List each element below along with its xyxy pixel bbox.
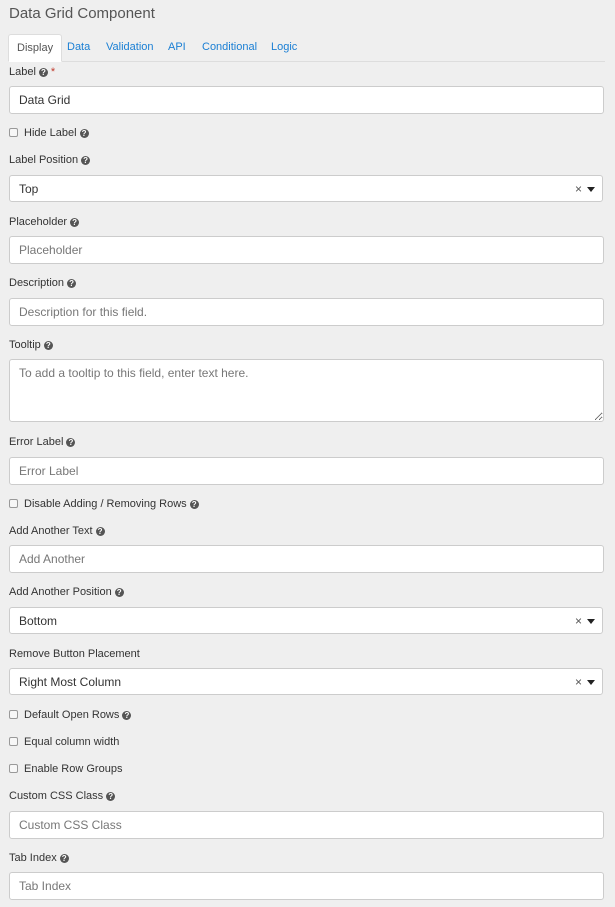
custom-css-class-text: Custom CSS Class — [9, 790, 104, 802]
add-another-text-text: Add Another Text — [9, 525, 93, 537]
label-position-text: Label Position — [9, 154, 79, 166]
placeholder-label: Placeholder? — [9, 216, 80, 228]
description-input[interactable] — [9, 298, 604, 326]
disable-adding-checkbox-row[interactable]: Disable Adding / Removing Rows? — [9, 498, 199, 510]
label-position-label: Label Position? — [9, 154, 91, 166]
question-circle-icon[interactable]: ? — [38, 68, 48, 77]
question-circle-icon[interactable]: ? — [70, 218, 80, 227]
tab-api[interactable]: API — [168, 34, 186, 60]
question-circle-icon[interactable]: ? — [95, 527, 105, 536]
error-label-text: Error Label — [9, 436, 64, 448]
label-text: Label — [9, 66, 36, 78]
question-circle-icon[interactable]: ? — [43, 341, 53, 350]
error-label-input[interactable] — [9, 457, 604, 485]
remove-button-placement-label: Remove Button Placement — [9, 648, 140, 660]
label-field-label: Label? * — [9, 66, 55, 78]
tab-data[interactable]: Data — [67, 34, 90, 60]
enable-row-groups-text: Enable Row Groups — [24, 763, 123, 775]
custom-css-class-input[interactable] — [9, 811, 604, 839]
equal-column-width-checkbox-row[interactable]: Equal column width — [9, 736, 119, 748]
enable-row-groups-checkbox-row[interactable]: Enable Row Groups — [9, 763, 122, 775]
tooltip-textarea[interactable] — [9, 359, 604, 422]
tooltip-text: Tooltip — [9, 339, 41, 351]
equal-column-width-checkbox[interactable] — [9, 737, 18, 746]
question-circle-icon[interactable]: ? — [79, 129, 89, 138]
add-another-text-input[interactable] — [9, 545, 604, 573]
question-circle-icon[interactable]: ? — [106, 792, 116, 801]
default-open-rows-checkbox[interactable] — [9, 710, 18, 719]
label-input[interactable] — [9, 86, 604, 114]
label-position-value: Top — [19, 182, 39, 196]
tab-index-text: Tab Index — [9, 852, 57, 864]
tab-validation[interactable]: Validation — [106, 34, 154, 60]
tab-bar: Display Data Validation API Conditional … — [8, 34, 605, 62]
description-text: Description — [9, 277, 65, 289]
hide-label-checkbox-row[interactable]: Hide Label? — [9, 127, 89, 139]
page-title: Data Grid Component — [9, 5, 155, 22]
placeholder-text: Placeholder — [9, 216, 68, 228]
custom-css-class-label: Custom CSS Class? — [9, 790, 116, 802]
description-label: Description? — [9, 277, 77, 289]
caret-down-icon[interactable] — [587, 680, 595, 685]
clear-icon[interactable]: × — [575, 176, 582, 203]
required-asterisk: * — [50, 66, 56, 78]
remove-button-placement-value: Right Most Column — [19, 675, 122, 689]
tab-index-input[interactable] — [9, 872, 604, 900]
tab-logic[interactable]: Logic — [271, 34, 297, 60]
add-another-position-text: Add Another Position — [9, 586, 112, 598]
enable-row-groups-checkbox[interactable] — [9, 764, 18, 773]
default-open-rows-text: Default Open Rows — [24, 709, 120, 721]
tab-index-label: Tab Index? — [9, 852, 69, 864]
add-another-position-select[interactable]: Bottom × — [9, 607, 603, 634]
remove-button-placement-text: Remove Button Placement — [9, 648, 140, 660]
hide-label-checkbox[interactable] — [9, 128, 18, 137]
question-circle-icon[interactable]: ? — [66, 438, 76, 447]
tab-conditional[interactable]: Conditional — [202, 34, 257, 60]
question-circle-icon[interactable]: ? — [114, 588, 124, 597]
question-circle-icon[interactable]: ? — [122, 711, 132, 720]
add-another-position-label: Add Another Position? — [9, 586, 124, 598]
question-circle-icon[interactable]: ? — [81, 156, 91, 165]
remove-button-placement-select[interactable]: Right Most Column × — [9, 668, 603, 695]
question-circle-icon[interactable]: ? — [59, 854, 69, 863]
placeholder-input[interactable] — [9, 236, 604, 264]
caret-down-icon[interactable] — [587, 187, 595, 192]
disable-adding-checkbox[interactable] — [9, 499, 18, 508]
clear-icon[interactable]: × — [575, 608, 582, 635]
add-another-text-label: Add Another Text? — [9, 525, 105, 537]
label-position-select[interactable]: Top × — [9, 175, 603, 202]
tooltip-label: Tooltip? — [9, 339, 53, 351]
tab-display[interactable]: Display — [8, 34, 63, 62]
error-label-label: Error Label? — [9, 436, 76, 448]
default-open-rows-checkbox-row[interactable]: Default Open Rows? — [9, 709, 132, 721]
question-circle-icon[interactable]: ? — [67, 279, 77, 288]
disable-adding-text: Disable Adding / Removing Rows — [24, 498, 187, 510]
question-circle-icon[interactable]: ? — [189, 500, 199, 509]
add-another-position-value: Bottom — [19, 614, 58, 628]
hide-label-text: Hide Label — [24, 127, 77, 139]
clear-icon[interactable]: × — [575, 669, 582, 696]
equal-column-width-text: Equal column width — [24, 736, 120, 748]
caret-down-icon[interactable] — [587, 619, 595, 624]
